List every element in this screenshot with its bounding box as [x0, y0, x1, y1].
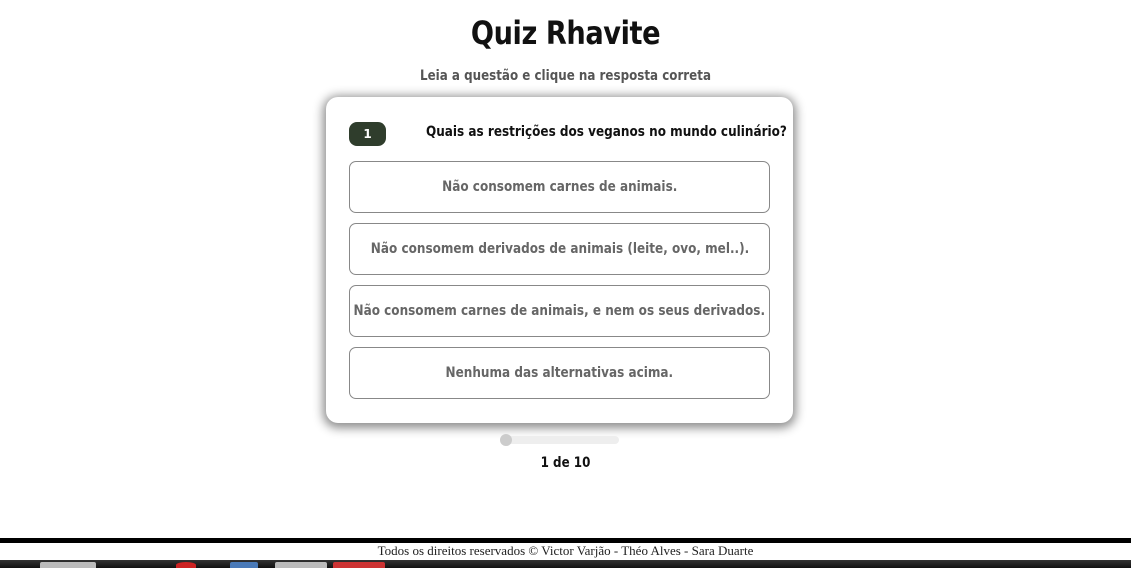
progress-bar: [500, 434, 619, 446]
answer-option-1[interactable]: Não consomem carnes de animais.: [349, 161, 770, 213]
answer-option-3[interactable]: Não consomem carnes de animais, e nem os…: [349, 285, 770, 337]
answer-option-2[interactable]: Não consomem derivados de animais (leite…: [349, 223, 770, 275]
answer-option-4[interactable]: Nenhuma das alternativas acima.: [349, 347, 770, 399]
taskbar-item[interactable]: [275, 562, 327, 568]
taskbar-item[interactable]: [230, 562, 258, 568]
question-text: Quais as restrições dos veganos no mundo…: [426, 124, 787, 140]
page-subtitle: Leia a questão e clique na resposta corr…: [420, 68, 711, 84]
progress-count: 1 de 10: [540, 455, 591, 471]
taskbar-item[interactable]: [333, 562, 385, 568]
footer-text: Todos os direitos reservados © Victor Va…: [377, 543, 754, 558]
progress-thumb: [500, 434, 512, 446]
answer-option-label: Não consomem carnes de animais.: [441, 179, 678, 195]
question-card: 1 Quais as restrições dos veganos no mun…: [326, 97, 793, 423]
answer-option-label: Não consomem derivados de animais (leite…: [370, 241, 749, 257]
question-number-badge: 1: [349, 122, 386, 146]
page-title: Quiz Rhavite: [470, 14, 661, 52]
os-taskbar: [0, 560, 1131, 568]
taskbar-item[interactable]: [176, 562, 196, 568]
taskbar-item[interactable]: [40, 562, 96, 568]
answer-option-label: Não consomem carnes de animais, e nem os…: [353, 303, 766, 319]
answer-option-label: Nenhuma das alternativas acima.: [445, 365, 674, 381]
